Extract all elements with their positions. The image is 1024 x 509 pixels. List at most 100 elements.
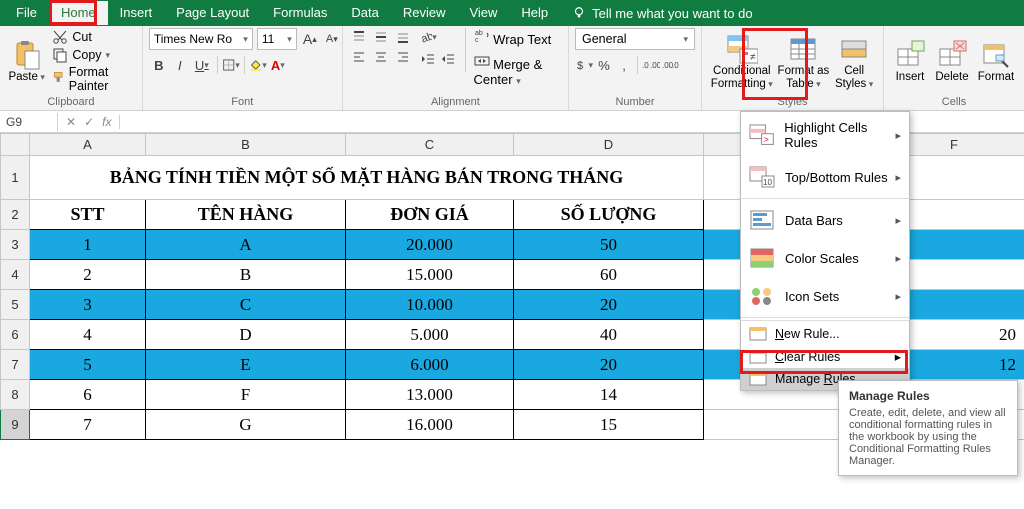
cell-A3[interactable]: 1 — [30, 230, 146, 260]
borders-button[interactable] — [222, 56, 240, 74]
font-name-combo[interactable]: Times New Ro▾ — [149, 28, 253, 50]
cf-item-color-scales[interactable]: Color Scales▸ — [741, 239, 909, 277]
merge-center-button[interactable]: Merge & Center — [474, 53, 562, 87]
cell-styles-button[interactable]: Cell Styles — [831, 28, 877, 94]
align-left-button[interactable] — [349, 48, 369, 66]
tab-home[interactable]: Home — [49, 1, 108, 25]
cell-D7[interactable]: 20 — [514, 350, 704, 380]
cell-B5[interactable]: C — [146, 290, 346, 320]
cell-C5[interactable]: 10.000 — [346, 290, 514, 320]
shrink-font-button[interactable]: A▾ — [323, 30, 341, 48]
insert-cells-button[interactable]: Insert — [890, 28, 930, 94]
col-header-a[interactable]: A — [30, 134, 146, 156]
accounting-format-button[interactable]: $ — [575, 56, 593, 74]
cf-item-icon-sets[interactable]: Icon Sets▸ — [741, 277, 909, 315]
cell-B4[interactable]: B — [146, 260, 346, 290]
conditional-formatting-button[interactable]: ≠ Conditional Formatting — [708, 28, 776, 94]
tab-page-layout[interactable]: Page Layout — [164, 1, 261, 25]
cell-B7[interactable]: E — [146, 350, 346, 380]
cell-B8[interactable]: F — [146, 380, 346, 410]
row-header-7[interactable]: 7 — [1, 350, 30, 380]
fill-color-button[interactable] — [249, 56, 267, 74]
cell-C4[interactable]: 15.000 — [346, 260, 514, 290]
cell-D4[interactable]: 60 — [514, 260, 704, 290]
number-format-combo[interactable]: General▾ — [575, 28, 695, 50]
tab-formulas[interactable]: Formulas — [261, 1, 339, 25]
cell-D6[interactable]: 40 — [514, 320, 704, 350]
fx-icon[interactable]: fx — [102, 115, 111, 129]
header-so-luong[interactable]: SỐ LƯỢNG — [514, 200, 704, 230]
row-header-6[interactable]: 6 — [1, 320, 30, 350]
comma-button[interactable]: , — [615, 56, 633, 74]
increase-indent-button[interactable] — [439, 50, 457, 68]
bold-button[interactable]: B — [149, 56, 169, 74]
tab-data[interactable]: Data — [339, 1, 390, 25]
row-header-3[interactable]: 3 — [1, 230, 30, 260]
row-header-2[interactable]: 2 — [1, 200, 30, 230]
underline-button[interactable]: U — [191, 56, 213, 74]
cut-button[interactable]: Cut — [49, 28, 135, 46]
header-don-gia[interactable]: ĐƠN GIÁ — [346, 200, 514, 230]
col-header-d[interactable]: D — [514, 134, 704, 156]
row-header-9[interactable]: 9 — [1, 410, 30, 440]
cf-new-rule-[interactable]: New Rule... — [741, 323, 909, 345]
row-header-5[interactable]: 5 — [1, 290, 30, 320]
cell-D9[interactable]: 15 — [514, 410, 704, 440]
name-box[interactable]: G9 — [0, 113, 58, 131]
grow-font-button[interactable]: A▴ — [301, 30, 319, 48]
header-ten-hang[interactable]: TÊN HÀNG — [146, 200, 346, 230]
align-center-button[interactable] — [371, 48, 391, 66]
row-header-1[interactable]: 1 — [1, 156, 30, 200]
cell-C6[interactable]: 5.000 — [346, 320, 514, 350]
cell-D3[interactable]: 50 — [514, 230, 704, 260]
cell-C7[interactable]: 6.000 — [346, 350, 514, 380]
align-right-button[interactable] — [393, 48, 413, 66]
font-color-button[interactable]: A — [269, 56, 287, 74]
cell-C8[interactable]: 13.000 — [346, 380, 514, 410]
font-size-combo[interactable]: 11▾ — [257, 28, 297, 50]
cf-item-data-bars[interactable]: Data Bars▸ — [741, 201, 909, 239]
col-header-c[interactable]: C — [346, 134, 514, 156]
increase-decimal-button[interactable]: .0.00 — [642, 56, 660, 74]
cell-A4[interactable]: 2 — [30, 260, 146, 290]
delete-cells-button[interactable]: Delete — [930, 28, 974, 94]
copy-button[interactable]: Copy — [49, 46, 135, 64]
cell-A7[interactable]: 5 — [30, 350, 146, 380]
tab-review[interactable]: Review — [391, 1, 458, 25]
decrease-decimal-button[interactable]: .00.0 — [662, 56, 680, 74]
tell-me-search[interactable]: Tell me what you want to do — [560, 6, 752, 21]
cell-D8[interactable]: 14 — [514, 380, 704, 410]
select-all-corner[interactable] — [1, 134, 30, 156]
header-stt[interactable]: STT — [30, 200, 146, 230]
cell-A9[interactable]: 7 — [30, 410, 146, 440]
cf-item-top-bottom-rules[interactable]: 10Top/Bottom Rules▸ — [741, 158, 909, 196]
italic-button[interactable]: I — [171, 56, 189, 74]
decrease-indent-button[interactable] — [419, 50, 437, 68]
enter-formula-icon[interactable]: ✓ — [84, 115, 94, 129]
align-bottom-button[interactable] — [393, 28, 413, 46]
cell-C3[interactable]: 20.000 — [346, 230, 514, 260]
cell-A6[interactable]: 4 — [30, 320, 146, 350]
title-cell[interactable]: BẢNG TÍNH TIỀN MỘT SỐ MẶT HÀNG BÁN TRONG… — [30, 156, 704, 200]
cell-A5[interactable]: 3 — [30, 290, 146, 320]
wrap-text-button[interactable]: abc Wrap Text — [474, 28, 562, 47]
orientation-button[interactable]: ab — [419, 28, 437, 46]
paste-button[interactable]: Paste — [6, 28, 47, 94]
format-as-table-button[interactable]: Format as Table — [776, 28, 832, 94]
cell-D5[interactable]: 20 — [514, 290, 704, 320]
row-header-8[interactable]: 8 — [1, 380, 30, 410]
cell-B6[interactable]: D — [146, 320, 346, 350]
format-cells-button[interactable]: Format — [974, 28, 1018, 94]
tab-insert[interactable]: Insert — [108, 1, 165, 25]
tab-file[interactable]: File — [4, 1, 49, 25]
format-painter-button[interactable]: Format Painter — [49, 64, 135, 94]
cf-item-highlight-cells-rules[interactable]: >Highlight Cells Rules▸ — [741, 112, 909, 158]
cell-A8[interactable]: 6 — [30, 380, 146, 410]
align-top-button[interactable] — [349, 28, 369, 46]
col-header-b[interactable]: B — [146, 134, 346, 156]
align-middle-button[interactable] — [371, 28, 391, 46]
row-header-4[interactable]: 4 — [1, 260, 30, 290]
cell-C9[interactable]: 16.000 — [346, 410, 514, 440]
tab-help[interactable]: Help — [509, 1, 560, 25]
cancel-formula-icon[interactable]: ✕ — [66, 115, 76, 129]
